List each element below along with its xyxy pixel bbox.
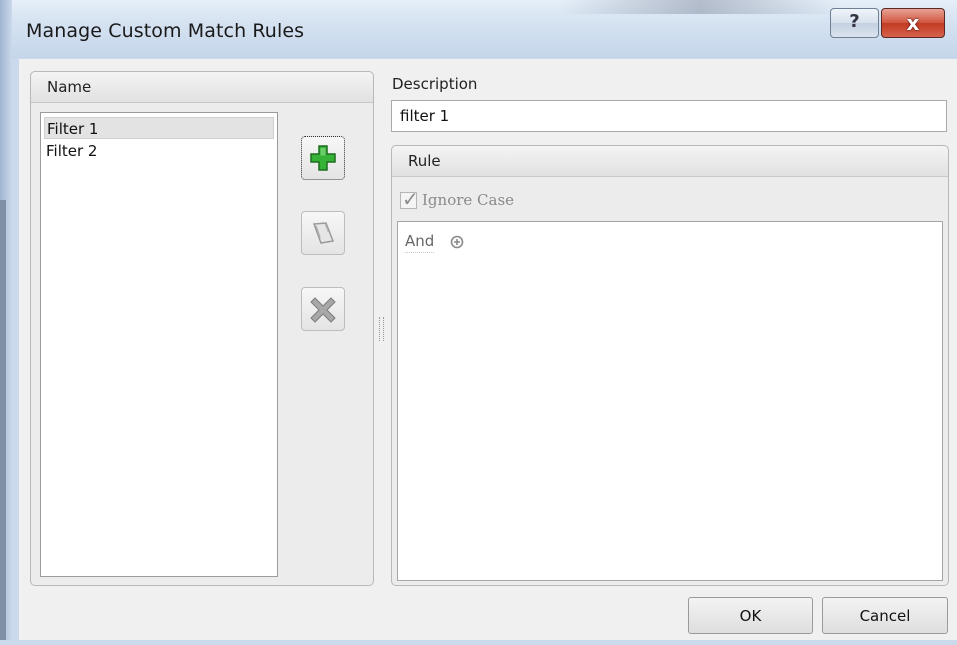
ignore-case-label: Ignore Case <box>422 191 515 209</box>
description-input[interactable] <box>391 100 947 132</box>
dialog-title: Manage Custom Match Rules <box>26 20 305 42</box>
cancel-button[interactable]: Cancel <box>822 597 948 634</box>
add-plus-icon <box>310 145 336 171</box>
add-circle-icon[interactable] <box>450 235 464 249</box>
name-panel-header: Name <box>31 72 373 103</box>
title-bar-glare <box>560 0 840 14</box>
edit-filter-button[interactable] <box>301 211 345 255</box>
list-item-filter-1[interactable]: Filter 1 <box>44 117 274 139</box>
name-header-label: Name <box>47 78 92 96</box>
name-panel: Name Filter 1 Filter 2 <box>30 71 374 586</box>
help-button[interactable]: ? <box>830 8 879 38</box>
title-bar[interactable]: Manage Custom Match Rules ? x <box>0 0 957 58</box>
description-label: Description <box>392 75 478 93</box>
checkmark-icon: ✓ <box>402 187 419 211</box>
rule-editor[interactable]: And <box>397 221 943 581</box>
dialog-client-area: Name Filter 1 Filter 2 Description filte… <box>19 59 957 645</box>
dialog-window: Manage Custom Match Rules ? x Name Filte… <box>0 0 957 645</box>
list-item-filter-2[interactable]: Filter 2 <box>44 140 274 162</box>
filter-list[interactable]: Filter 1 Filter 2 <box>40 112 278 577</box>
rule-panel-header: Rule <box>392 146 948 177</box>
delete-x-icon <box>310 297 336 323</box>
window-bottom-border <box>0 640 957 645</box>
close-icon: x <box>906 11 920 35</box>
window-left-border-shadow <box>0 200 6 645</box>
and-operator-token[interactable]: And <box>405 232 435 253</box>
rule-header-label: Rule <box>408 152 441 170</box>
ok-button[interactable]: OK <box>688 597 813 634</box>
close-button[interactable]: x <box>881 8 945 38</box>
help-icon: ? <box>849 11 860 32</box>
rule-panel: Rule ✓ Ignore Case And <box>391 145 949 586</box>
ignore-case-check-box[interactable]: ✓ <box>400 187 419 211</box>
delete-filter-button[interactable] <box>301 287 345 331</box>
add-filter-button[interactable] <box>301 136 345 180</box>
edit-icon <box>312 222 335 244</box>
panel-splitter[interactable] <box>379 317 384 341</box>
